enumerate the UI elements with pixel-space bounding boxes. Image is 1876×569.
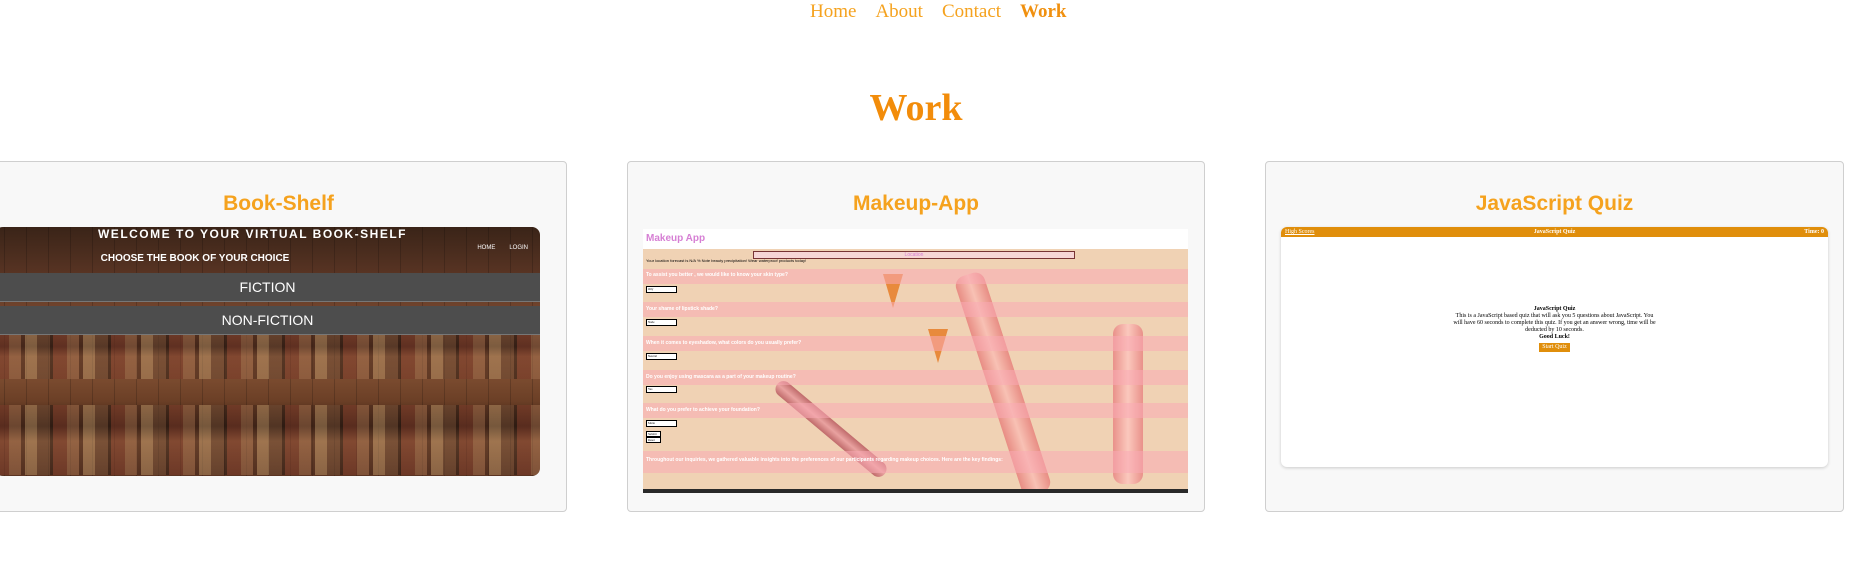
makeup-app-header: Makeup App — [643, 229, 1188, 249]
project-title-quiz: JavaScript Quiz — [1475, 192, 1634, 215]
makeup-location-text: Your location forecast is N/A % Note bea… — [646, 258, 807, 263]
quiz-intro: JavaScript Quiz This is a JavaScript bas… — [1281, 306, 1828, 352]
project-title-bookshelf: Book-Shelf — [223, 192, 334, 215]
bookshelf-nav-home: HOME — [477, 245, 496, 251]
nav-links: Home About Contact Work — [810, 1, 1067, 23]
quiz-good-luck: Good Luck! — [1539, 334, 1570, 340]
bookshelf-books-bottom — [0, 405, 540, 475]
quiz-start-button: Start Quiz — [1539, 343, 1570, 352]
makeup-preview[interactable]: Makeup App Location Your location foreca… — [643, 229, 1188, 493]
project-card-bookshelf: Book-Shelf WELCOME TO YOUR VIRTUAL BOOK-… — [0, 161, 567, 512]
quiz-timer: Time: 0 — [1804, 229, 1824, 235]
makeup-select: Oily — [646, 286, 677, 293]
makeup-question-strip — [643, 302, 1188, 317]
project-card-makeup: Makeup-App Makeup App Location Your loca… — [627, 161, 1205, 512]
project-title-makeup: Makeup-App — [853, 192, 979, 215]
quiz-top-bar: JavaScript Quiz High Scores Time: 0 — [1281, 227, 1828, 237]
top-nav: Home About Contact Work — [0, 0, 1876, 30]
page-title: Work — [869, 87, 963, 129]
makeup-question: Do you enjoy using mascara as a part of … — [646, 374, 796, 380]
makeup-question: To assist you better , we would like to … — [646, 272, 788, 278]
makeup-footer — [643, 489, 1188, 493]
makeup-select: Neutral — [646, 353, 677, 360]
quiz-high-scores-link: High Scores — [1285, 229, 1315, 235]
bookshelf-fiction-button: FICTION — [0, 273, 540, 302]
nav-work-link[interactable]: Work — [1020, 1, 1066, 23]
nav-about-link[interactable]: About — [875, 1, 923, 23]
bookshelf-nav: HOME LOGIN — [477, 245, 528, 251]
makeup-select: Yes — [646, 386, 677, 393]
bookshelf-nonfiction-button: NON-FICTION — [0, 306, 540, 335]
makeup-question: Your shame of lipstick shade? — [646, 306, 718, 312]
bookshelf-subheading: CHOOSE THE BOOK OF YOUR CHOICE — [100, 253, 290, 264]
bookshelf-nav-login: LOGIN — [509, 245, 528, 251]
makeup-reset-button: Reset — [646, 437, 661, 443]
bookshelf-preview[interactable]: WELCOME TO YOUR VIRTUAL BOOK-SHELF HOME … — [0, 227, 540, 476]
nav-home-link[interactable]: Home — [810, 1, 856, 23]
makeup-select: Nude — [646, 319, 677, 326]
project-card-quiz: JavaScript Quiz JavaScript Quiz High Sco… — [1265, 161, 1844, 512]
bookshelf-heading: WELCOME TO YOUR VIRTUAL BOOK-SHELF — [97, 227, 407, 241]
makeup-select: Matte — [646, 420, 677, 427]
makeup-question: What do you prefer to achieve your found… — [646, 407, 760, 413]
quiz-description: This is a JavaScript based quiz that wil… — [1453, 313, 1656, 333]
quiz-bar-title: JavaScript Quiz — [1533, 229, 1576, 235]
makeup-insights-text: Throughout our inquiries, we gathered va… — [646, 457, 1003, 463]
quiz-heading: JavaScript Quiz — [1533, 306, 1576, 312]
makeup-question: When it comes to eyeshadow, what colors … — [646, 340, 802, 346]
quiz-preview[interactable]: JavaScript Quiz High Scores Time: 0 Java… — [1281, 227, 1828, 467]
nav-contact-link[interactable]: Contact — [942, 1, 1001, 23]
